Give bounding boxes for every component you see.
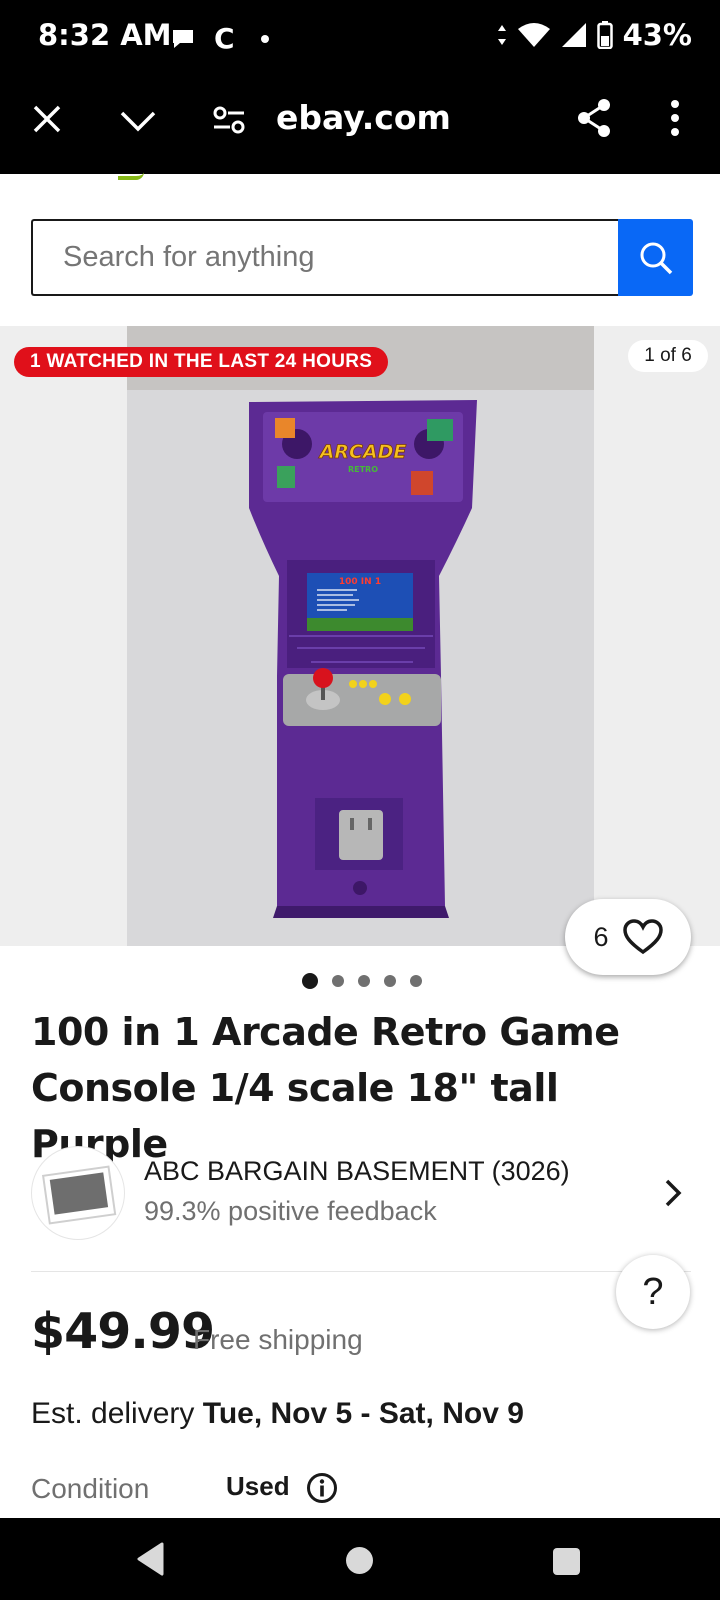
gallery-dot[interactable] — [384, 975, 396, 987]
seller-avatar[interactable] — [31, 1146, 125, 1240]
site-settings-icon[interactable] — [212, 105, 246, 135]
photo-placeholder-icon — [41, 1165, 117, 1225]
gallery-dots — [302, 973, 422, 989]
cabinet-marquee-text: ARCADE — [318, 441, 407, 463]
wifi-icon: 4 — [517, 23, 550, 48]
gallery-dot[interactable] — [302, 973, 318, 989]
watched-badge: 1 WATCHED IN THE LAST 24 HOURS — [14, 347, 389, 377]
status-time: 8:32 AM — [38, 18, 172, 52]
chat-bubble-icon — [173, 29, 193, 48]
signal-icon — [561, 23, 586, 47]
gallery-dot[interactable] — [410, 975, 422, 987]
gallery-dot[interactable] — [358, 975, 370, 987]
delivery-dates: Tue, Nov 5 - Sat, Nov 9 — [202, 1397, 524, 1430]
more-vert-icon[interactable] — [670, 100, 680, 136]
battery-icon — [596, 21, 613, 49]
condition-value: Used — [226, 1471, 290, 1501]
delivery-prefix: Est. delivery — [31, 1397, 203, 1430]
arcade-cabinet-image: ARCADE RETRO 100 IN 1 — [127, 326, 594, 946]
notification-dot-icon — [260, 34, 269, 43]
listing-title: 100 in 1 Arcade Retro Game Console 1/4 s… — [31, 1010, 620, 1166]
seller-feedback: 99.3% positive feedback — [144, 1196, 437, 1226]
search-icon — [640, 242, 672, 274]
delivery-estimate: Est. delivery Tue, Nov 5 - Sat, Nov 9 — [31, 1397, 524, 1431]
status-system-icons: 4 43% — [497, 18, 692, 52]
status-notification-icons: C — [170, 22, 269, 55]
product-photo[interactable]: ARCADE RETRO 100 IN 1 — [127, 326, 594, 946]
network-badge: 4 — [541, 37, 549, 48]
chevron-right-icon[interactable] — [664, 1178, 682, 1208]
seller-name[interactable]: ABC BARGAIN BASEMENT (3026) — [144, 1156, 570, 1187]
system-nav-bar — [0, 1518, 720, 1600]
status-bar: 8:32 AM C 4 43% — [0, 0, 720, 74]
help-button[interactable]: ? — [616, 1255, 690, 1329]
image-gallery[interactable]: ARCADE RETRO 100 IN 1 1 WATCHED IN THE L… — [0, 326, 720, 975]
data-arrows-icon — [497, 25, 506, 45]
condition-label: Condition — [31, 1473, 150, 1504]
chevron-down-icon[interactable] — [120, 110, 156, 132]
gallery-dot[interactable] — [332, 975, 344, 987]
info-icon[interactable] — [306, 1472, 338, 1504]
search-input[interactable] — [63, 241, 583, 274]
close-icon[interactable] — [32, 104, 62, 134]
cabinet-submarquee-text: RETRO — [348, 465, 378, 474]
home-icon[interactable] — [346, 1547, 373, 1574]
search-box[interactable] — [31, 219, 618, 296]
image-counter: 1 of 6 — [628, 340, 708, 372]
carrier-icon: C — [214, 22, 235, 55]
browser-toolbar: ebay.com — [0, 74, 720, 174]
recents-icon[interactable] — [553, 1548, 580, 1575]
watch-count: 6 — [593, 921, 609, 952]
battery-percent: 43% — [622, 18, 692, 52]
heart-icon — [622, 919, 663, 955]
cabinet-screen-text: 100 IN 1 — [339, 577, 381, 587]
divider — [31, 1271, 691, 1272]
back-icon[interactable] — [136, 1542, 164, 1576]
share-icon[interactable] — [576, 98, 612, 138]
url-text[interactable]: ebay.com — [276, 98, 451, 137]
shipping-text: Free shipping — [193, 1324, 363, 1355]
search-button[interactable] — [618, 219, 693, 296]
price: $49.99 — [31, 1303, 215, 1360]
ebay-logo-fragment — [118, 172, 144, 180]
watch-button[interactable]: 6 — [565, 899, 691, 975]
